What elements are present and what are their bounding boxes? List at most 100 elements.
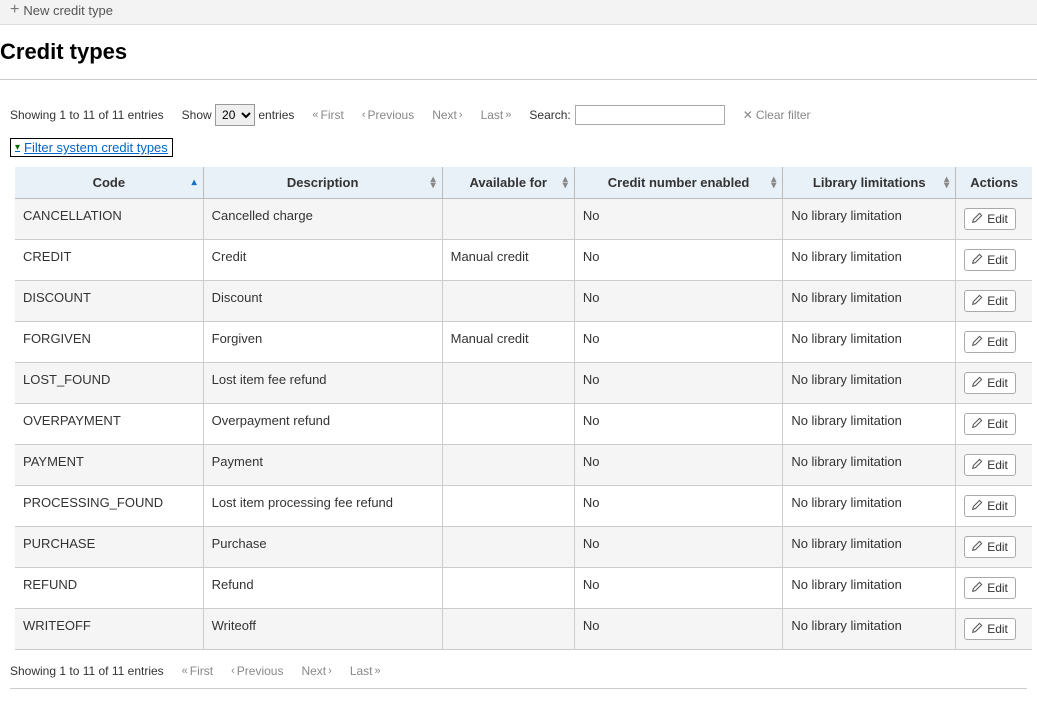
cell-available-for	[442, 199, 574, 240]
chevron-double-left-icon: «	[312, 110, 318, 121]
pager-next[interactable]: Next ›	[432, 108, 462, 122]
edit-button[interactable]: Edit	[964, 413, 1016, 435]
cell-actions: Edit	[956, 199, 1032, 240]
edit-button[interactable]: Edit	[964, 290, 1016, 312]
cell-available-for	[442, 486, 574, 527]
edit-button[interactable]: Edit	[964, 577, 1016, 599]
chevron-double-right-icon: »	[375, 666, 381, 677]
edit-button[interactable]: Edit	[964, 331, 1016, 353]
pencil-icon	[972, 499, 983, 513]
col-code[interactable]: Code ▴▾	[15, 167, 203, 199]
edit-button[interactable]: Edit	[964, 495, 1016, 517]
cell-actions: Edit	[956, 445, 1032, 486]
pager-first-bottom[interactable]: « First	[182, 664, 213, 678]
cell-description: Lost item processing fee refund	[203, 486, 442, 527]
col-credit-number-enabled-label: Credit number enabled	[608, 175, 750, 190]
pager-previous-bottom[interactable]: ‹ Previous	[231, 664, 283, 678]
pencil-icon	[972, 581, 983, 595]
cell-actions: Edit	[956, 486, 1032, 527]
cell-available-for	[442, 568, 574, 609]
cell-available-for	[442, 609, 574, 650]
pager-first-label: First	[321, 108, 344, 122]
cell-description: Discount	[203, 281, 442, 322]
pager-first-bottom-label: First	[190, 664, 213, 678]
entries-select[interactable]: 20	[215, 104, 255, 126]
cell-library-limitations: No library limitation	[783, 445, 956, 486]
filter-system-types-link[interactable]: ▾ Filter system credit types	[10, 138, 173, 157]
show-entries: Show 20 entries	[182, 104, 295, 126]
edit-button[interactable]: Edit	[964, 454, 1016, 476]
edit-button[interactable]: Edit	[964, 618, 1016, 640]
cell-credit-number-enabled: No	[574, 404, 782, 445]
edit-button-label: Edit	[987, 376, 1008, 390]
search-wrap: Search:	[529, 105, 724, 125]
cell-credit-number-enabled: No	[574, 199, 782, 240]
pager-last-bottom[interactable]: Last »	[350, 664, 381, 678]
table-row: CREDITCreditManual creditNoNo library li…	[15, 240, 1032, 281]
cell-actions: Edit	[956, 568, 1032, 609]
edit-button[interactable]: Edit	[964, 536, 1016, 558]
table-row: PROCESSING_FOUNDLost item processing fee…	[15, 486, 1032, 527]
filter-system-types-wrap: ▾ Filter system credit types	[10, 138, 1037, 157]
edit-button-label: Edit	[987, 212, 1008, 226]
cell-description: Purchase	[203, 527, 442, 568]
chevron-double-right-icon: »	[505, 110, 511, 121]
edit-button-label: Edit	[987, 581, 1008, 595]
cell-library-limitations: No library limitation	[783, 240, 956, 281]
pencil-icon	[972, 376, 983, 390]
pager-first[interactable]: « First	[312, 108, 343, 122]
cell-available-for	[442, 363, 574, 404]
table-row: PURCHASEPurchaseNoNo library limitationE…	[15, 527, 1032, 568]
new-credit-type-button[interactable]: + New credit type	[10, 2, 113, 18]
cell-code: FORGIVEN	[15, 322, 203, 363]
close-icon: ✕	[743, 108, 753, 122]
sort-icon: ▴▾	[431, 177, 436, 189]
cell-description: Overpayment refund	[203, 404, 442, 445]
col-library-limitations-label: Library limitations	[813, 175, 926, 190]
pager-last[interactable]: Last »	[481, 108, 512, 122]
cell-library-limitations: No library limitation	[783, 609, 956, 650]
pager-next-bottom[interactable]: Next ›	[301, 664, 331, 678]
col-credit-number-enabled[interactable]: Credit number enabled ▴▾	[574, 167, 782, 199]
cell-code: LOST_FOUND	[15, 363, 203, 404]
cell-library-limitations: No library limitation	[783, 281, 956, 322]
cell-code: WRITEOFF	[15, 609, 203, 650]
pager-previous[interactable]: ‹ Previous	[362, 108, 414, 122]
showing-info: Showing 1 to 11 of 11 entries	[10, 108, 164, 122]
col-description[interactable]: Description ▴▾	[203, 167, 442, 199]
pencil-icon	[972, 458, 983, 472]
sort-icon: ▴▾	[771, 177, 776, 189]
sort-icon: ▴▾	[944, 177, 949, 189]
col-available-for[interactable]: Available for ▴▾	[442, 167, 574, 199]
chevron-right-icon: ›	[328, 666, 332, 677]
table-controls-bottom: Showing 1 to 11 of 11 entries « First ‹ …	[10, 664, 1037, 678]
cell-credit-number-enabled: No	[574, 527, 782, 568]
col-library-limitations[interactable]: Library limitations ▴▾	[783, 167, 956, 199]
cell-actions: Edit	[956, 404, 1032, 445]
search-input[interactable]	[575, 105, 725, 125]
edit-button-label: Edit	[987, 458, 1008, 472]
edit-button-label: Edit	[987, 294, 1008, 308]
show-entries-post: entries	[258, 108, 294, 122]
cell-description: Payment	[203, 445, 442, 486]
cell-available-for	[442, 281, 574, 322]
page-title: Credit types	[0, 39, 1037, 65]
toolbar: + New credit type	[0, 0, 1037, 25]
clear-filter-button[interactable]: ✕ Clear filter	[743, 108, 811, 122]
table-row: WRITEOFFWriteoffNoNo library limitationE…	[15, 609, 1032, 650]
cell-available-for	[442, 527, 574, 568]
edit-button-label: Edit	[987, 253, 1008, 267]
table-row: OVERPAYMENTOverpayment refundNoNo librar…	[15, 404, 1032, 445]
bottom-divider	[10, 688, 1027, 689]
edit-button-label: Edit	[987, 417, 1008, 431]
search-label: Search:	[529, 108, 570, 122]
pencil-icon	[972, 540, 983, 554]
cell-library-limitations: No library limitation	[783, 568, 956, 609]
edit-button[interactable]: Edit	[964, 208, 1016, 230]
cell-library-limitations: No library limitation	[783, 363, 956, 404]
cell-library-limitations: No library limitation	[783, 199, 956, 240]
edit-button[interactable]: Edit	[964, 372, 1016, 394]
pencil-icon	[972, 622, 983, 636]
edit-button[interactable]: Edit	[964, 249, 1016, 271]
caret-down-icon: ▾	[15, 142, 20, 153]
